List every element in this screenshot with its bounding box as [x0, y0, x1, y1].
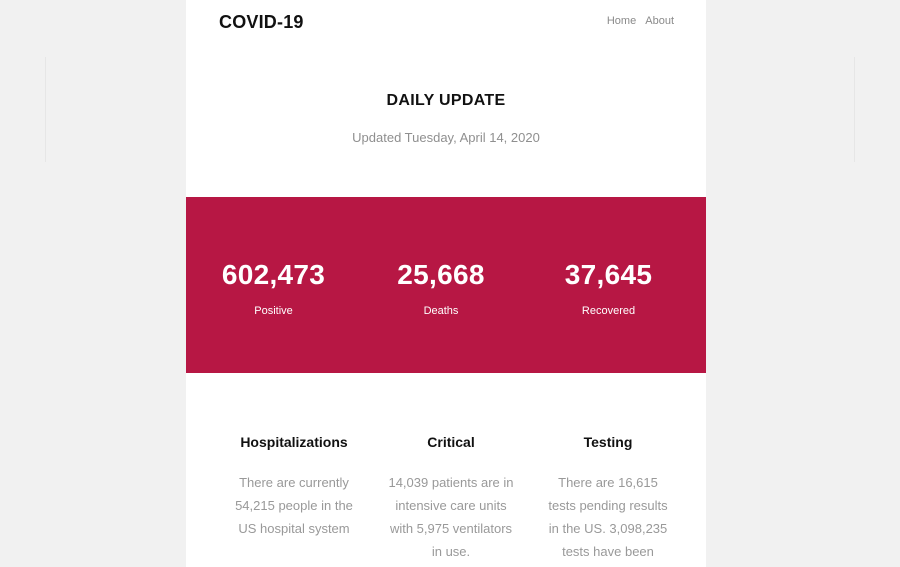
brand-logo-text[interactable]: COVID-19 [219, 12, 304, 33]
detail-body: There are currently 54,215 people in the… [235, 475, 353, 536]
stat-value: 25,668 [397, 259, 485, 290]
updated-date: Updated Tuesday, April 14, 2020 [352, 130, 540, 145]
detail-hospitalizations: Hospitalizations There are currently 54,… [230, 434, 358, 567]
hero-section: DAILY UPDATE Updated Tuesday, April 14, … [186, 92, 706, 145]
nav-link-about[interactable]: About [645, 15, 674, 27]
detail-body: There are 16,615 tests pending results i… [548, 475, 668, 559]
stat-label: Recovered [581, 305, 636, 317]
stat-value: 37,645 [564, 259, 653, 290]
top-nav: Home About [601, 15, 674, 27]
detail-title: Hospitalizations [240, 434, 348, 450]
page-title: DAILY UPDATE [386, 92, 506, 109]
stats-banner: 602,473 Positive 25,668 Deaths 37,645 Re… [186, 197, 706, 373]
detail-title: Testing [583, 434, 633, 450]
stat-label: Deaths [423, 305, 459, 317]
page-container: COVID-19 Home About DAILY UPDATE Updated… [186, 0, 706, 567]
detail-testing: Testing There are 16,615 tests pending r… [544, 434, 672, 567]
detail-body: 14,039 patients are in intensive care un… [388, 475, 514, 559]
site-header: COVID-19 Home About [186, 0, 706, 50]
stat-deaths: 25,668 Deaths [384, 197, 499, 373]
stat-recovered: 37,645 Recovered [551, 197, 666, 373]
detail-critical: Critical 14,039 patients are in intensiv… [387, 434, 515, 567]
stat-positive: 602,473 Positive [216, 197, 331, 373]
nav-link-home[interactable]: Home [607, 15, 636, 27]
detail-title: Critical [427, 434, 475, 450]
stat-label: Positive [254, 305, 293, 317]
details-section: Hospitalizations There are currently 54,… [186, 434, 706, 567]
stat-value: 602,473 [221, 259, 326, 290]
